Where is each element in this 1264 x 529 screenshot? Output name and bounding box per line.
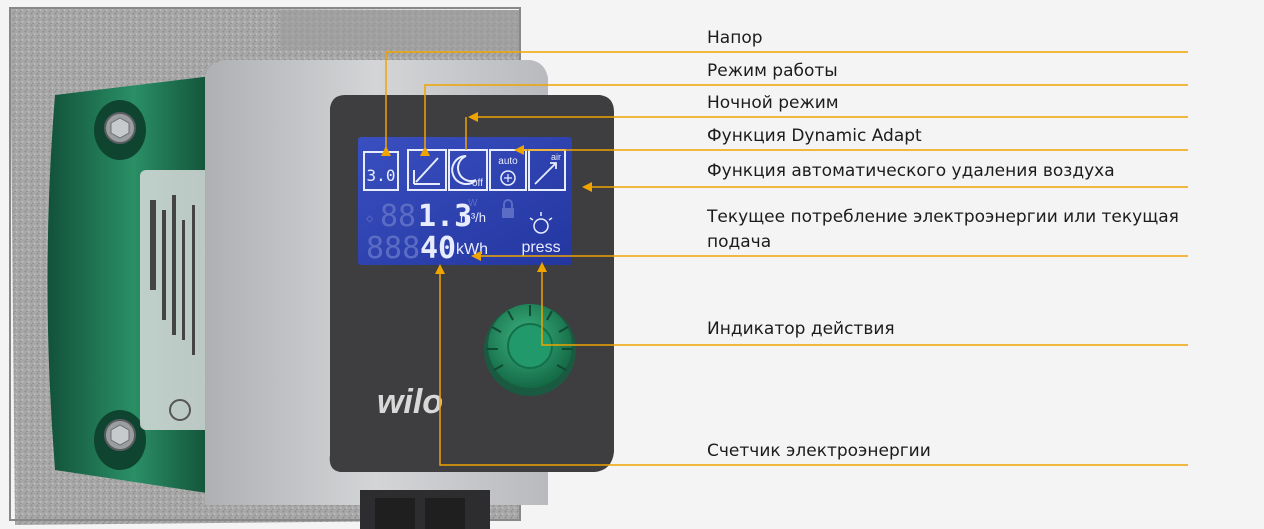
lcd-flow-unit-alt: W [468, 198, 478, 209]
callout-deair-label: Функция автоматического удаления воздуха [707, 161, 1115, 181]
lcd-night-label: off [472, 178, 483, 189]
diagram-stage: 3.0 off auto air ◇ 88 1.3 W m³/h 888 40 … [0, 0, 1264, 529]
callout-meter-label: Счетчик электроэнергии [707, 441, 931, 461]
svg-text:88: 88 [380, 199, 416, 234]
callout-action-label: Индикатор действия [707, 319, 895, 339]
svg-text:◇: ◇ [366, 211, 374, 225]
lcd-flow-unit: m³/h [460, 210, 486, 225]
lcd-energy-value: 40 [420, 231, 456, 266]
lcd-deair-label: air [551, 152, 561, 162]
wilo-logo: wilo [377, 383, 443, 421]
pump-illustration: 3.0 off auto air ◇ 88 1.3 W m³/h 888 40 … [9, 7, 614, 529]
callout-dynamic-label: Функция Dynamic Adapt [707, 126, 922, 146]
callout-night-label: Ночной режим [707, 93, 839, 113]
callout-head-label: Напор [707, 28, 763, 48]
callout-mode-label: Режим работы [707, 61, 838, 81]
lcd-head-value: 3.0 [367, 166, 396, 185]
lcd-energy-unit: kWh [456, 241, 488, 258]
lcd-press-label: press [521, 239, 560, 256]
svg-text:888: 888 [366, 231, 420, 266]
lcd-auto-label: auto [498, 156, 518, 167]
callout-power-label: Текущее потребление электроэнергии или т… [707, 207, 1179, 252]
